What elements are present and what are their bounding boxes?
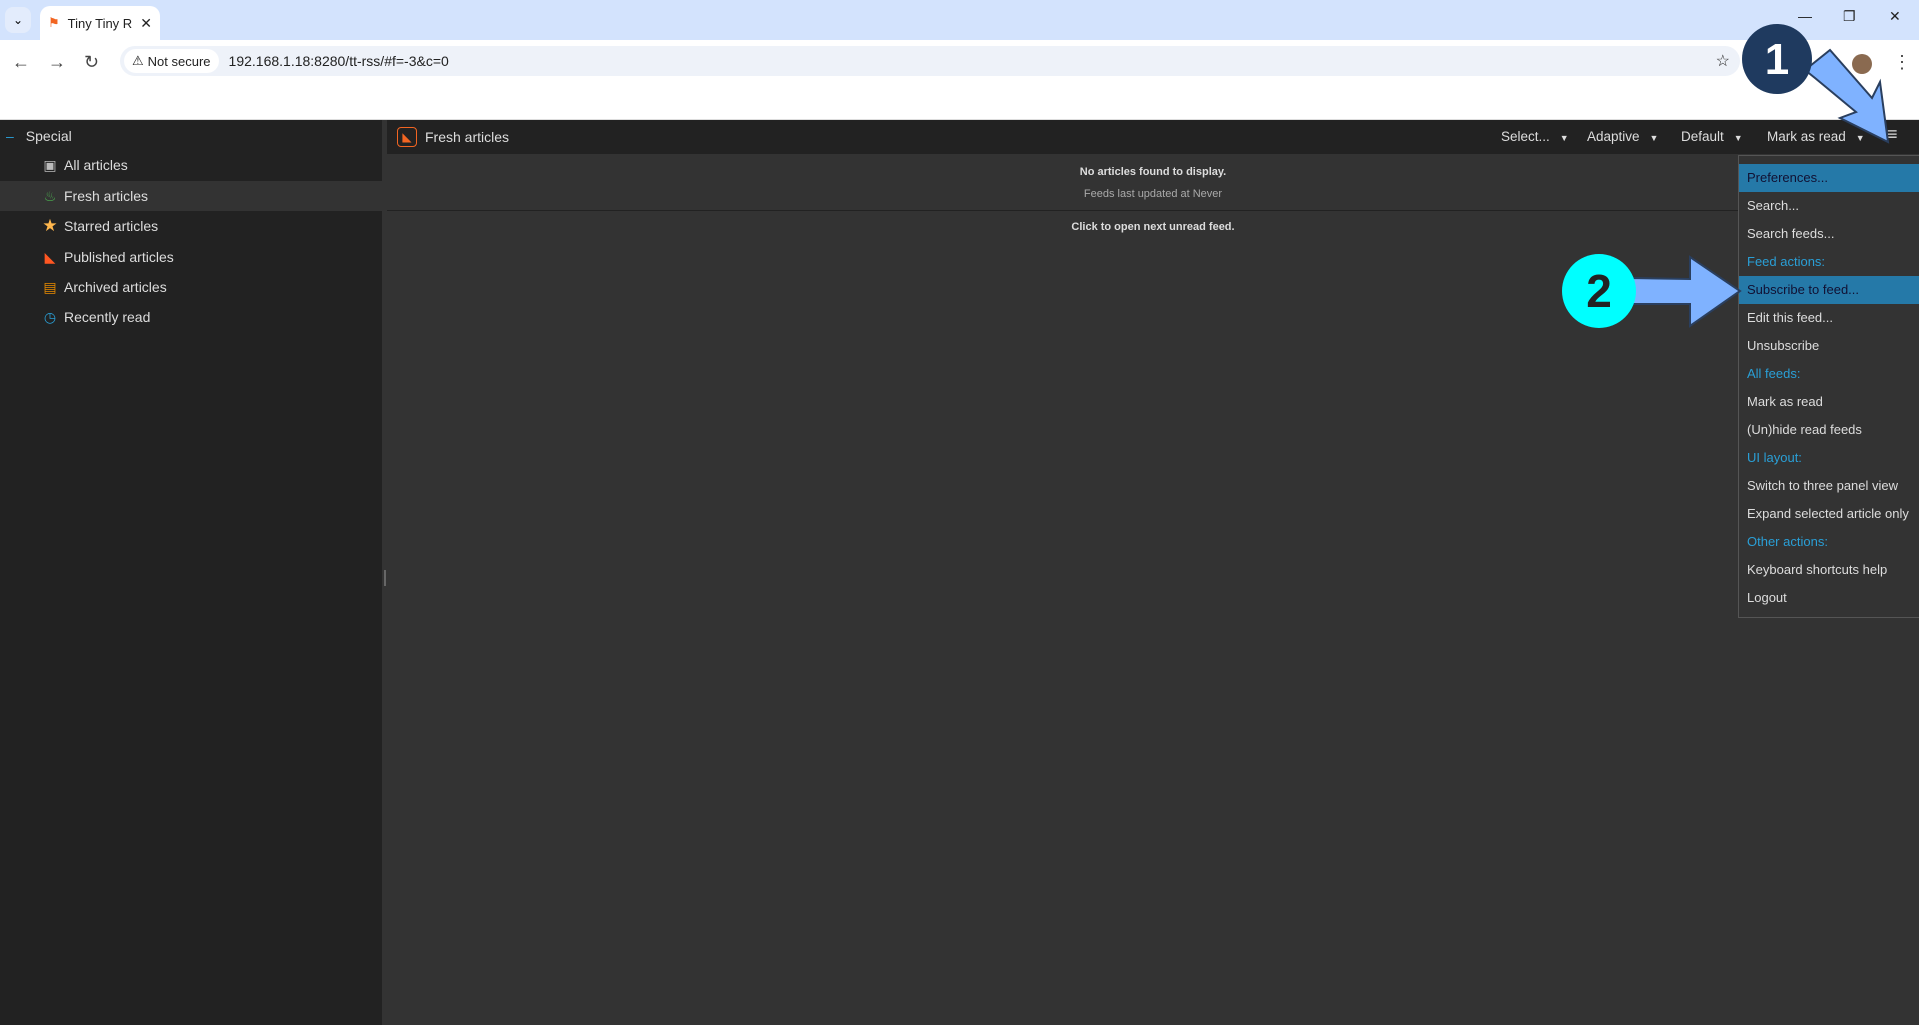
annotation-arrow-2	[1629, 255, 1742, 328]
svg-text:2: 2	[1586, 265, 1612, 317]
svg-text:1: 1	[1765, 35, 1789, 84]
annotation-arrow-1	[1803, 48, 1890, 144]
annotation-layer: 1 2	[1562, 24, 1890, 328]
